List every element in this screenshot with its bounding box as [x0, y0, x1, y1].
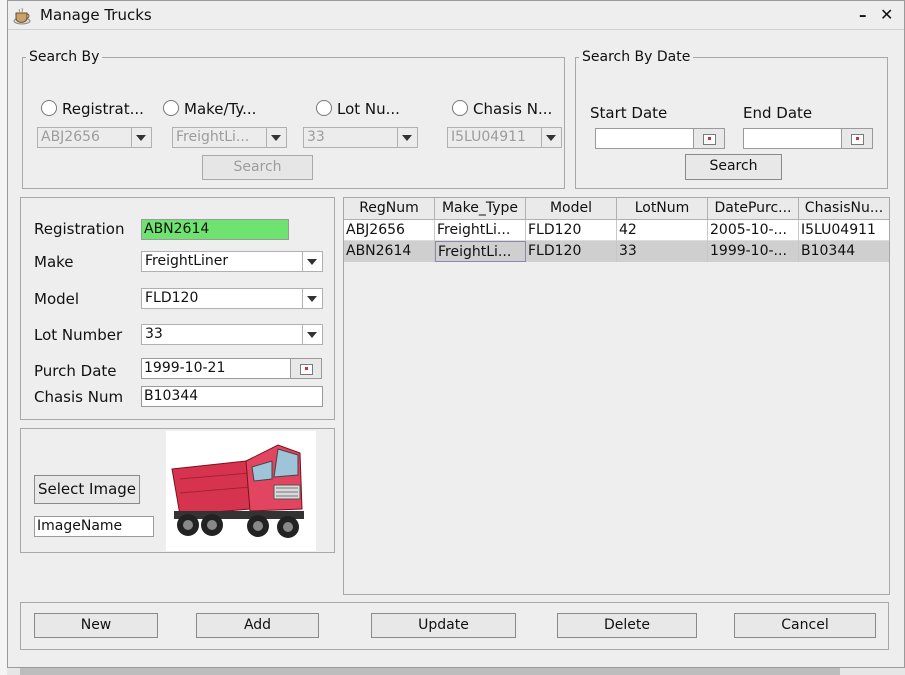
manage-trucks-window: Manage Trucks – ✕ Search By Registrat...… — [7, 0, 905, 668]
radio-lot-number[interactable] — [316, 100, 332, 116]
table-cell: ABN2614 — [344, 241, 435, 262]
table-cell: 1999-10-... — [708, 241, 799, 262]
end-date-label: End Date — [743, 104, 813, 122]
add-button[interactable]: Add — [196, 613, 319, 638]
cancel-button[interactable]: Cancel — [734, 613, 876, 638]
radio-make-type-label: Make/Ty... — [184, 100, 257, 118]
radio-registration-label: Registrat... — [62, 100, 144, 118]
chasis-num-field[interactable]: B10344 — [141, 386, 323, 407]
table-cell: 33 — [617, 241, 708, 262]
calendar-icon — [300, 364, 313, 375]
table-cell: ABJ2656 — [344, 220, 435, 241]
registration-label: Registration — [34, 220, 125, 238]
search-registration-value: ABJ2656 — [41, 129, 100, 145]
chevron-down-icon — [302, 252, 322, 271]
trucks-table: RegNum Make_Type Model LotNum DatePurc..… — [343, 197, 890, 595]
table-cell: FLD120 — [526, 220, 617, 241]
search-chasis-value: I5LU04911 — [451, 129, 526, 145]
search-by-legend: Search By — [29, 49, 100, 65]
search-chasis-combo[interactable]: I5LU04911 — [447, 127, 562, 148]
radio-make-type[interactable] — [163, 100, 179, 116]
lot-number-value: 33 — [145, 326, 163, 342]
table-cell-focused: FreightLi... — [435, 241, 526, 262]
start-date-label: Start Date — [590, 104, 668, 122]
window-title: Manage Trucks — [40, 6, 152, 24]
table-row[interactable]: ABJ2656 FreightLi... FLD120 42 2005-10-.… — [344, 220, 889, 241]
end-date-field[interactable] — [743, 128, 842, 149]
start-date-calendar-button[interactable] — [693, 128, 725, 149]
chevron-down-icon — [302, 289, 322, 308]
table-cell: FreightLi... — [435, 220, 526, 241]
title-bar: Manage Trucks – ✕ — [8, 1, 904, 30]
start-date-field[interactable] — [595, 128, 694, 149]
table-cell: 2005-10-... — [708, 220, 799, 241]
new-button[interactable]: New — [34, 613, 158, 638]
radio-chasis-number[interactable] — [452, 100, 468, 116]
search-registration-combo[interactable]: ABJ2656 — [37, 127, 152, 148]
column-header-make-type[interactable]: Make_Type — [435, 198, 526, 220]
column-header-model[interactable]: Model — [526, 198, 617, 220]
end-date-calendar-button[interactable] — [841, 128, 873, 149]
delete-button[interactable]: Delete — [557, 613, 697, 638]
minimize-button[interactable]: – — [859, 6, 867, 24]
calendar-icon — [851, 134, 864, 145]
chevron-down-icon — [302, 325, 322, 344]
table-cell: I5LU04911 — [801, 222, 876, 238]
column-header-datepurch[interactable]: DatePurc... — [708, 198, 799, 220]
column-header-chasisnum[interactable]: ChasisNu... — [799, 198, 889, 220]
purch-date-calendar-button[interactable] — [290, 358, 322, 379]
desktop-scrollbar — [20, 668, 840, 675]
chevron-down-icon — [131, 128, 151, 147]
model-combo[interactable]: FLD120 — [141, 288, 323, 309]
search-by-button[interactable]: Search — [202, 155, 313, 180]
search-lot-value: 33 — [307, 129, 325, 145]
model-value: FLD120 — [145, 290, 199, 306]
table-row-selected[interactable]: ABN2614 FreightLi... FLD120 33 1999-10-.… — [344, 241, 889, 262]
search-by-date-button[interactable]: Search — [685, 154, 782, 180]
registration-field[interactable]: ABN2614 — [141, 219, 289, 240]
column-header-regnum[interactable]: RegNum — [344, 198, 435, 220]
select-image-button[interactable]: Select Image — [34, 475, 140, 504]
search-make-combo[interactable]: FreightLi... — [172, 127, 287, 148]
radio-registration[interactable] — [41, 100, 57, 116]
chevron-down-icon — [266, 128, 286, 147]
column-header-lotnum[interactable]: LotNum — [617, 198, 708, 220]
update-button[interactable]: Update — [371, 613, 516, 638]
purch-date-field[interactable]: 1999-10-21 — [141, 358, 291, 379]
lot-number-combo[interactable]: 33 — [141, 324, 323, 345]
table-cell: 42 — [617, 220, 708, 241]
calendar-icon — [703, 134, 716, 145]
chevron-down-icon — [397, 128, 417, 147]
chasis-num-label: Chasis Num — [34, 388, 124, 406]
lot-number-label: Lot Number — [34, 326, 123, 344]
table-cell: FLD120 — [526, 241, 617, 262]
close-button[interactable]: ✕ — [880, 5, 893, 24]
model-label: Model — [34, 290, 80, 308]
chevron-down-icon — [541, 128, 561, 147]
search-lot-combo[interactable]: 33 — [303, 127, 418, 148]
table-cell: B10344 — [801, 243, 856, 259]
truck-image — [166, 431, 316, 551]
search-by-date-legend: Search By Date — [582, 49, 691, 65]
make-value: FreightLiner — [145, 253, 229, 269]
image-name-field[interactable]: ImageName — [34, 516, 154, 537]
coffee-cup-icon — [13, 7, 31, 25]
make-combo[interactable]: FreightLiner — [141, 251, 323, 272]
make-label: Make — [34, 253, 74, 271]
desktop-background — [0, 0, 7, 675]
radio-chasis-number-label: Chasis N... — [473, 100, 553, 118]
purch-date-label: Purch Date — [34, 362, 117, 380]
radio-lot-number-label: Lot Nu... — [337, 100, 400, 118]
search-make-value: FreightLi... — [176, 129, 250, 145]
